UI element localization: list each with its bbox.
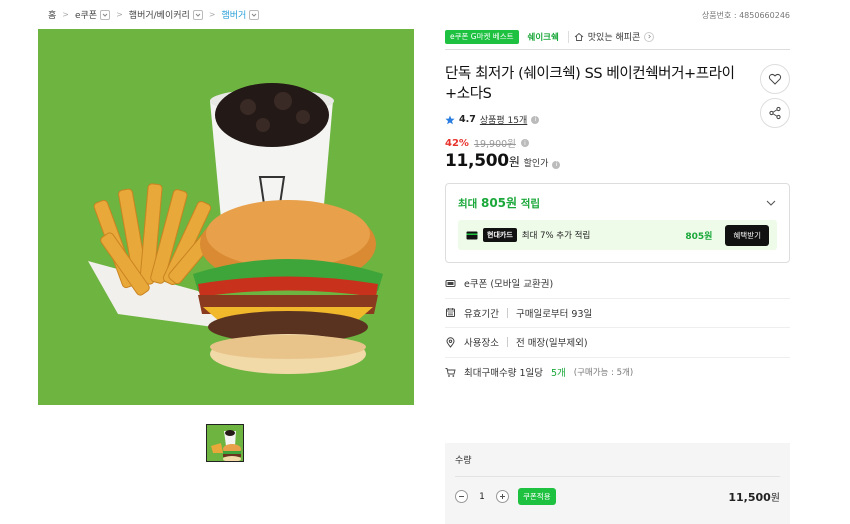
store-link[interactable]: 맛있는 해피콘: [574, 30, 655, 43]
price-discount-row: 42% 19,900원 i: [445, 136, 790, 150]
chevron-down-icon[interactable]: [100, 9, 111, 20]
chevron-right-icon: >: [116, 10, 123, 19]
decrease-button[interactable]: [455, 490, 468, 503]
reward-prefix: 최대: [458, 198, 478, 210]
product-image: [38, 29, 414, 405]
breadcrumb-label: 햄버거/베이커리: [128, 11, 190, 21]
breadcrumb-label: e쿠폰: [74, 11, 98, 21]
total-price-value: 11,500: [728, 491, 771, 504]
info-icon[interactable]: i: [531, 115, 540, 124]
plus-icon: [500, 494, 505, 499]
breadcrumb-label: 홈: [48, 11, 57, 21]
price-row: 11,500원 할인가 i: [445, 151, 790, 171]
chevron-down-icon[interactable]: [192, 9, 203, 20]
reward-suffix: 적립: [520, 198, 541, 210]
info-row-location: 사용장소 전 매장(일부제외): [445, 328, 790, 358]
sale-price: 11,500원: [445, 151, 520, 171]
calendar-icon: [446, 308, 455, 318]
info-value: 구매일로부터 93일: [515, 308, 593, 320]
location-icon: [446, 337, 455, 348]
quantity-row: 1 쿠폰적용 11,500원: [455, 476, 780, 505]
divider: [506, 337, 508, 348]
info-value: 전 매장(일부제외): [515, 338, 588, 350]
chevron-right-icon: >: [208, 10, 216, 19]
original-price: 19,900원: [473, 139, 516, 150]
breadcrumb: 홈 > e쿠폰 > 햄버거/베이커리 > 햄버거: [48, 8, 260, 21]
purchase-limit-count: 5개: [550, 368, 566, 380]
info-text: 최대구매수량 1일당: [464, 368, 543, 380]
info-label: 사용장소: [464, 338, 499, 350]
info-row-validity: 유효기간 구매일로부터 93일: [445, 299, 790, 328]
divider: [567, 30, 569, 43]
product-title: 단독 최저가 (쉐이크쉑) SS 베이컨쉑버거+프라이+소다S: [445, 66, 735, 102]
reward-box: 최대 805원 적립 현대카드 최대 7% 추가 적립 805원 혜택받기: [445, 183, 790, 263]
sale-price-unit: 원: [508, 155, 520, 169]
increase-button[interactable]: [496, 490, 509, 503]
card-icon: [466, 231, 478, 239]
info-row-type: e쿠폰 (모바일 교환권): [445, 269, 790, 299]
total-price: 11,500원: [728, 489, 780, 504]
product-id: 상품번호 : 4850660246: [701, 11, 790, 20]
info-row-purchase-limit: 최대구매수량 1일당 5개 (구매가능 : 5개): [445, 358, 790, 388]
brand-link[interactable]: 쉐이크쉑: [524, 31, 563, 43]
chevron-down-icon: [766, 200, 776, 206]
coupon-icon: [445, 279, 456, 287]
product-info-list: e쿠폰 (모바일 교환권) 유효기간 구매일로부터 93일 사용장소 전 매장(…: [445, 269, 790, 387]
reward-toggle[interactable]: 최대 805원 적립: [458, 194, 777, 211]
card-benefit-text: 최대 7% 추가 적립: [521, 231, 591, 241]
reward-summary: 최대 805원 적립: [458, 194, 540, 211]
store-name: 맛있는 해피콘: [587, 33, 641, 43]
product-info-panel: e쿠폰 G마켓 베스트 쉐이크쉑 맛있는 해피콘 단독 최저가 (쉐이크쉑) S…: [445, 28, 790, 387]
chevron-right-icon: >: [62, 10, 69, 19]
home-icon: [574, 32, 584, 41]
info-label: 유효기간: [464, 308, 499, 320]
share-icon: [769, 106, 781, 120]
sale-price-label: 할인가: [523, 159, 549, 169]
product-thumbnail[interactable]: [206, 424, 244, 462]
card-benefit-bar: 현대카드 최대 7% 추가 적립 805원 혜택받기: [458, 220, 777, 250]
quantity-box: 수량 1 쿠폰적용 11,500원: [445, 443, 790, 524]
breadcrumb-home[interactable]: 홈: [48, 8, 56, 21]
cart-icon: [445, 367, 456, 377]
rating: 4.7 상품평 15개 i: [445, 113, 790, 126]
best-seller-badge[interactable]: e쿠폰 G마켓 베스트: [445, 29, 519, 44]
heart-icon: [768, 73, 782, 85]
card-benefit-amount: 805원: [685, 231, 713, 242]
breadcrumb-current[interactable]: 햄버거: [222, 8, 260, 21]
discount-rate: 42%: [445, 137, 469, 149]
tag-bar: e쿠폰 G마켓 베스트 쉐이크쉑 맛있는 해피콘: [445, 28, 790, 50]
rating-score: 4.7: [459, 114, 476, 125]
reward-amount: 805원: [480, 196, 518, 210]
total-price-unit: 원: [770, 493, 780, 504]
purchase-limit-note: (구매가능 : 5개): [573, 368, 634, 379]
breadcrumb-ecoupon[interactable]: e쿠폰: [74, 8, 111, 21]
breadcrumb-label: 햄버거: [221, 11, 247, 21]
card-brand: 현대카드: [483, 228, 517, 242]
apply-coupon-button[interactable]: 쿠폰적용: [518, 488, 556, 505]
quantity-label: 수량: [455, 456, 472, 466]
share-button[interactable]: [760, 98, 790, 128]
minus-icon: [459, 496, 464, 497]
review-count-link[interactable]: 상품평 15개: [480, 113, 527, 126]
chevron-right-icon: [644, 31, 655, 42]
breadcrumb-category[interactable]: 햄버거/베이커리: [129, 8, 203, 21]
get-benefit-button[interactable]: 혜택받기: [725, 224, 769, 246]
wishlist-button[interactable]: [760, 64, 790, 94]
sale-price-value: 11,500: [445, 151, 509, 171]
quantity-input[interactable]: 1: [474, 492, 490, 502]
info-icon[interactable]: i: [520, 139, 529, 147]
info-text: e쿠폰 (모바일 교환권): [464, 279, 554, 291]
divider: [506, 307, 508, 318]
chevron-down-icon[interactable]: [249, 9, 260, 20]
star-icon: [445, 115, 455, 124]
info-icon[interactable]: i: [552, 160, 561, 169]
